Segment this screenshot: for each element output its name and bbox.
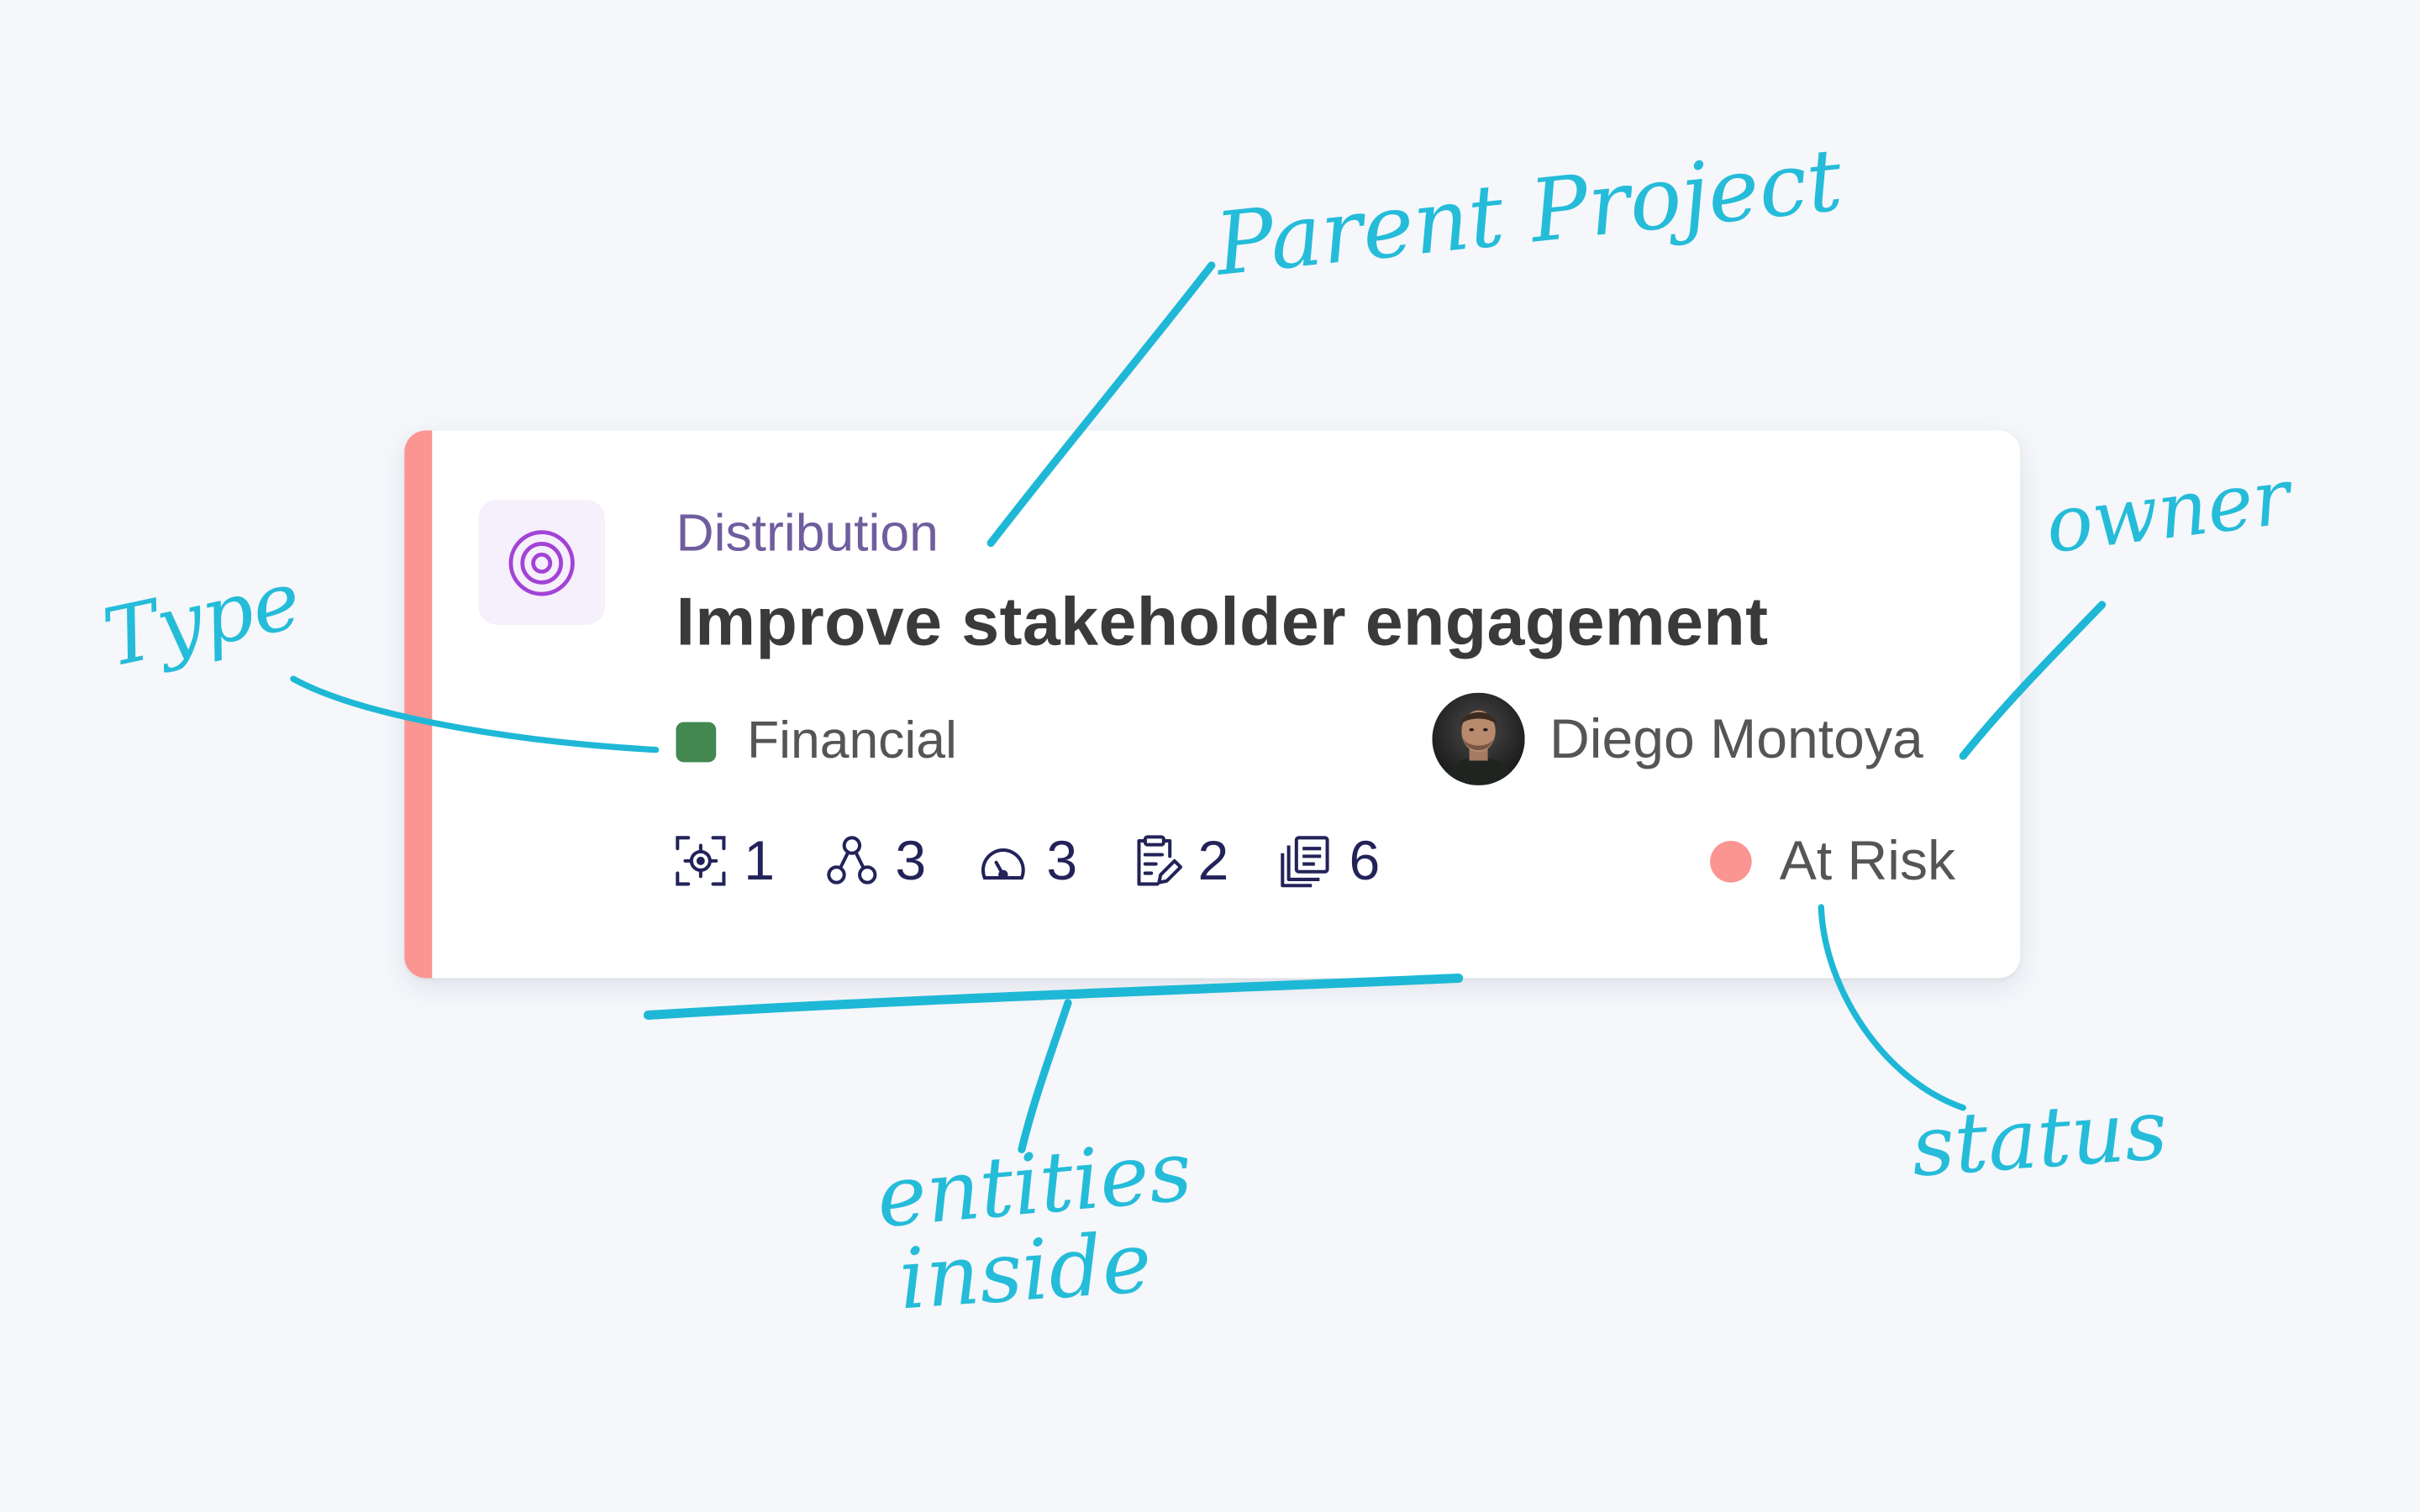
entities-pointer [1018,999,1072,1153]
status-annotation: status [1908,1082,2170,1196]
type-annotation: Type [96,552,308,685]
annotation-layer: Parent Project owner Type entities insid… [96,130,2299,1329]
type-pointer [290,675,660,753]
owner-annotation: owner [2041,451,2299,570]
entities-bracket [643,973,1464,1021]
status-pointer [1818,904,1966,1111]
entities-annotation-line2: inside [896,1215,1155,1329]
owner-pointer [1959,601,2107,760]
parent-project-annotation: Parent Project [1209,130,1847,296]
parent-project-pointer [986,261,1216,548]
canvas: Distribution Improve stakeholder engagem… [0,0,2420,1512]
